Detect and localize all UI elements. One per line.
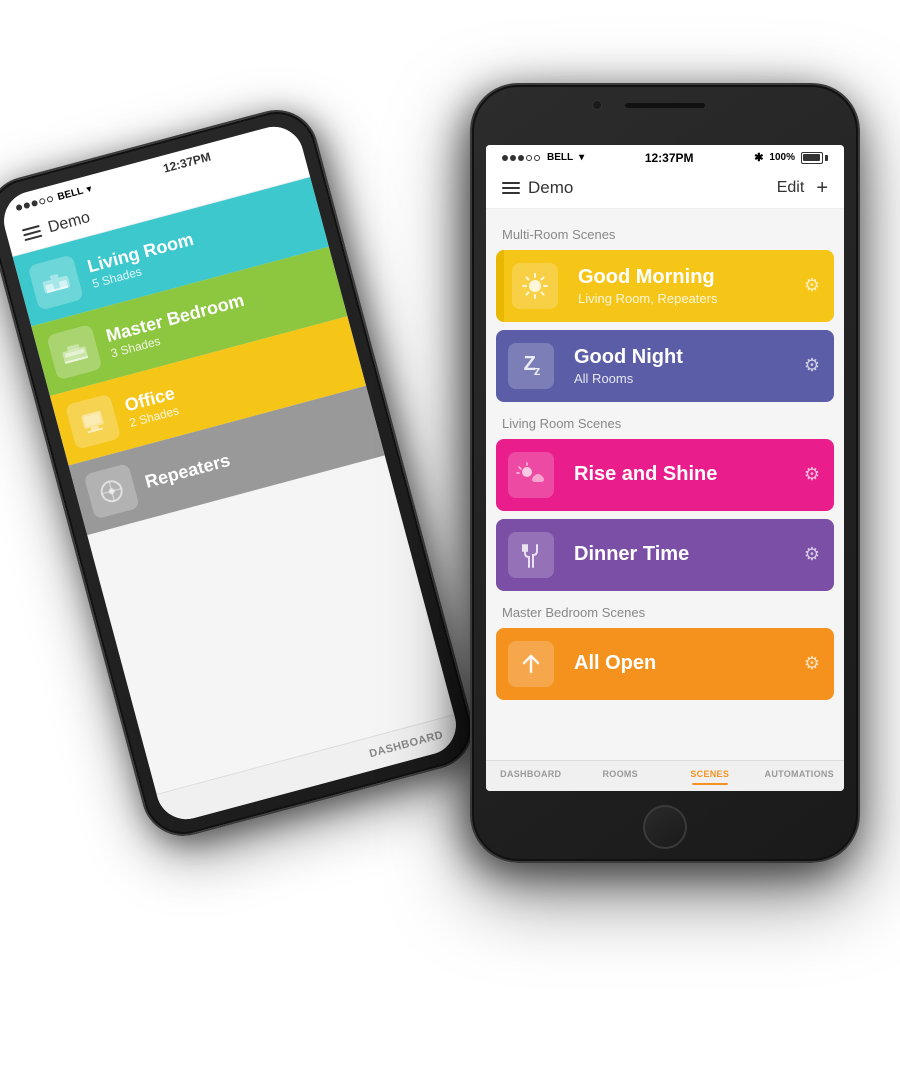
scene-all-open-icon-area [496, 628, 566, 700]
dot2 [23, 201, 30, 208]
scene-rise-shine[interactable]: Rise and Shine ⚙ [496, 439, 834, 511]
tab-dashboard[interactable]: DASHBOARD [486, 769, 576, 785]
scene-good-morning-sub: Living Room, Repeaters [578, 291, 782, 306]
home-button[interactable] [643, 805, 687, 849]
front-nav-bar: Demo Edit + [486, 169, 844, 209]
tab-automations[interactable]: AUTOMATIONS [755, 769, 845, 785]
phones-container: BELL ▾ 12:37PM Demo [40, 53, 860, 1033]
front-time: 12:37PM [645, 151, 694, 165]
scene-dinner-time-icon [508, 532, 554, 578]
front-speaker [625, 103, 705, 108]
front-nav-left: Demo [502, 178, 573, 198]
front-phone: BELL ▾ 12:37PM ✱ 100% [470, 83, 860, 863]
scene-good-night-name: Good Night [574, 346, 782, 369]
front-hamburger-icon[interactable] [502, 182, 520, 194]
back-hamburger-icon[interactable] [22, 224, 42, 240]
front-camera [592, 100, 602, 110]
back-room-living-text: Living Room 5 Shades [85, 228, 199, 290]
front-signal-dots [502, 155, 540, 161]
back-phone-shell: BELL ▾ 12:37PM Demo [0, 100, 482, 845]
front-status-left: BELL ▾ [502, 152, 584, 163]
scene-good-night-sub: All Rooms [574, 371, 782, 386]
scene-good-morning-icon-area [500, 250, 570, 322]
dot5 [46, 195, 53, 202]
scene-all-open[interactable]: All Open ⚙ [496, 628, 834, 700]
front-edit-button[interactable]: Edit [777, 179, 805, 197]
section-master-bedroom: Master Bedroom Scenes [486, 599, 844, 628]
back-bottom-tab: DASHBOARD [157, 714, 463, 826]
back-wifi: ▾ [85, 182, 92, 194]
back-room-repeater-name: Repeaters [143, 449, 233, 492]
scene-good-night-icon-area: Zz [496, 330, 566, 402]
tab-scenes[interactable]: SCENES [665, 769, 755, 785]
dot1 [15, 203, 22, 210]
scene-good-morning-text: Good Morning Living Room, Repeaters [570, 250, 790, 322]
back-room-repeater-icon [84, 463, 140, 519]
scene-rise-shine-gear[interactable]: ⚙ [790, 439, 834, 511]
front-battery-pct: 100% [769, 152, 795, 163]
bottom-tabs: DASHBOARD ROOMS SCENES AUTOMATIONS [486, 760, 844, 791]
front-content: Multi-Room Scenes [486, 209, 844, 760]
battery-icon [801, 152, 828, 164]
back-room-master-icon [46, 323, 102, 379]
scene-rise-shine-text: Rise and Shine [566, 439, 790, 511]
scene-dinner-time-icon-area [496, 519, 566, 591]
back-phone-screen: BELL ▾ 12:37PM Demo [0, 120, 463, 826]
dot4 [39, 197, 46, 204]
back-tab-label: DASHBOARD [368, 728, 445, 759]
front-status-right: ✱ 100% [754, 151, 828, 164]
front-phone-screen: BELL ▾ 12:37PM ✱ 100% [486, 145, 844, 791]
scene-good-morning-name: Good Morning [578, 266, 782, 289]
front-phone-shell: BELL ▾ 12:37PM ✱ 100% [470, 83, 860, 863]
back-phone: BELL ▾ 12:37PM Demo [0, 100, 482, 845]
scene-all-open-text: All Open [566, 628, 790, 700]
back-room-living-icon [28, 254, 84, 310]
scene-good-morning-gear[interactable]: ⚙ [790, 250, 834, 322]
scene-dinner-time-name: Dinner Time [574, 543, 782, 566]
tab-automations-label: AUTOMATIONS [765, 769, 834, 779]
back-nav-title: Demo [46, 208, 92, 236]
scene-all-open-icon [508, 641, 554, 687]
section-multi-room: Multi-Room Scenes [486, 221, 844, 250]
scene-dinner-time[interactable]: Dinner Time ⚙ [496, 519, 834, 591]
scene-rise-shine-icon [508, 452, 554, 498]
back-room-repeater-text: Repeaters [143, 449, 233, 492]
scene-rise-shine-icon-area [496, 439, 566, 511]
back-room-office-icon [65, 393, 121, 449]
section-living-room: Living Room Scenes [486, 410, 844, 439]
front-nav-right: Edit + [777, 177, 828, 200]
scene-all-open-name: All Open [574, 652, 782, 675]
scene-good-night-gear[interactable]: ⚙ [790, 330, 834, 402]
dot3 [31, 199, 38, 206]
scene-good-morning-icon [512, 263, 558, 309]
scene-dinner-time-text: Dinner Time [566, 519, 790, 591]
front-plus-button[interactable]: + [816, 177, 828, 200]
front-status-bar: BELL ▾ 12:37PM ✱ 100% [486, 145, 844, 169]
scene-good-night[interactable]: Zz Good Night All Rooms ⚙ [496, 330, 834, 402]
scene-good-night-icon: Zz [508, 343, 554, 389]
back-room-office-text: Office 2 Shades [122, 382, 180, 429]
tab-rooms-label: ROOMS [602, 769, 638, 779]
front-nav-title: Demo [528, 178, 573, 198]
scene-all-open-gear[interactable]: ⚙ [790, 628, 834, 700]
front-wifi-icon: ▾ [579, 152, 584, 163]
tab-dashboard-label: DASHBOARD [500, 769, 561, 779]
front-bluetooth-icon: ✱ [754, 151, 763, 164]
scene-dinner-time-gear[interactable]: ⚙ [790, 519, 834, 591]
back-carrier: BELL [56, 185, 84, 202]
tab-scenes-indicator [692, 783, 728, 785]
tab-scenes-label: SCENES [690, 769, 729, 779]
scene-good-morning[interactable]: Good Morning Living Room, Repeaters ⚙ [496, 250, 834, 322]
scene-rise-shine-name: Rise and Shine [574, 463, 782, 486]
scene-good-night-text: Good Night All Rooms [566, 330, 790, 402]
front-carrier: BELL [547, 152, 573, 163]
tab-rooms[interactable]: ROOMS [576, 769, 666, 785]
